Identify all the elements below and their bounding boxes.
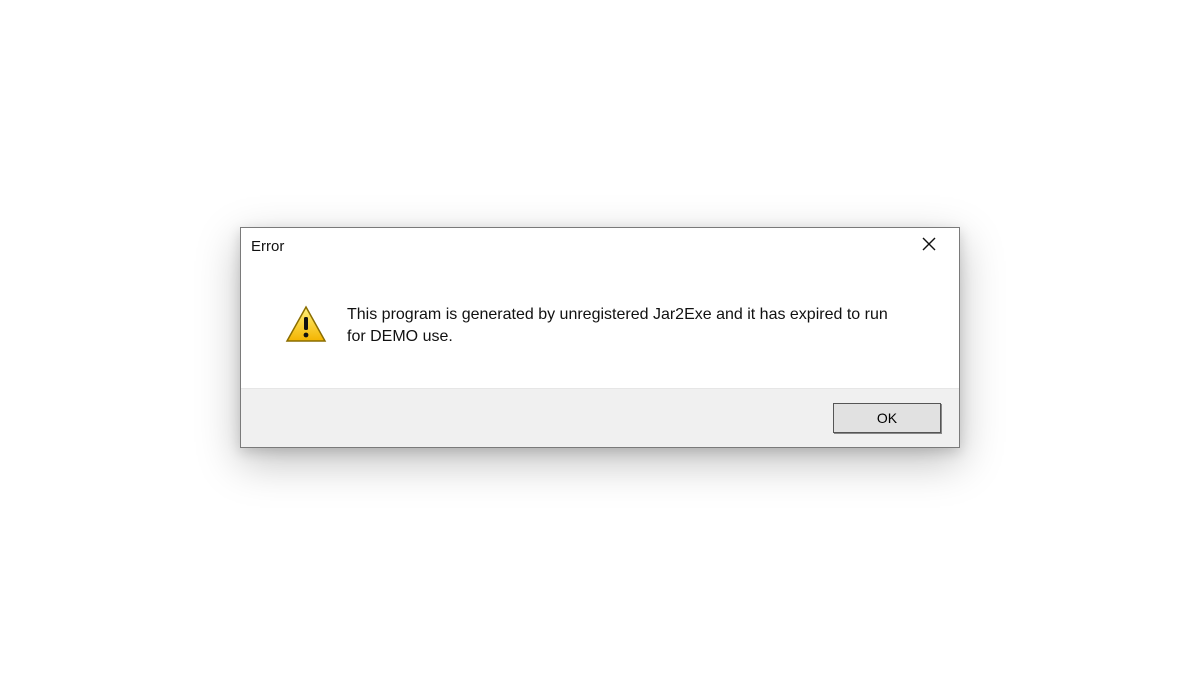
- dialog-button-row: OK: [241, 388, 959, 447]
- close-button[interactable]: [907, 230, 951, 262]
- dialog-message: This program is generated by unregistere…: [347, 304, 907, 347]
- dialog-title: Error: [251, 238, 284, 255]
- error-dialog: Error Th: [240, 227, 960, 447]
- titlebar: Error: [241, 228, 959, 264]
- dialog-body: This program is generated by unregistere…: [241, 264, 959, 387]
- ok-button[interactable]: OK: [833, 403, 941, 433]
- warning-icon: [285, 305, 327, 348]
- close-icon: [922, 237, 936, 256]
